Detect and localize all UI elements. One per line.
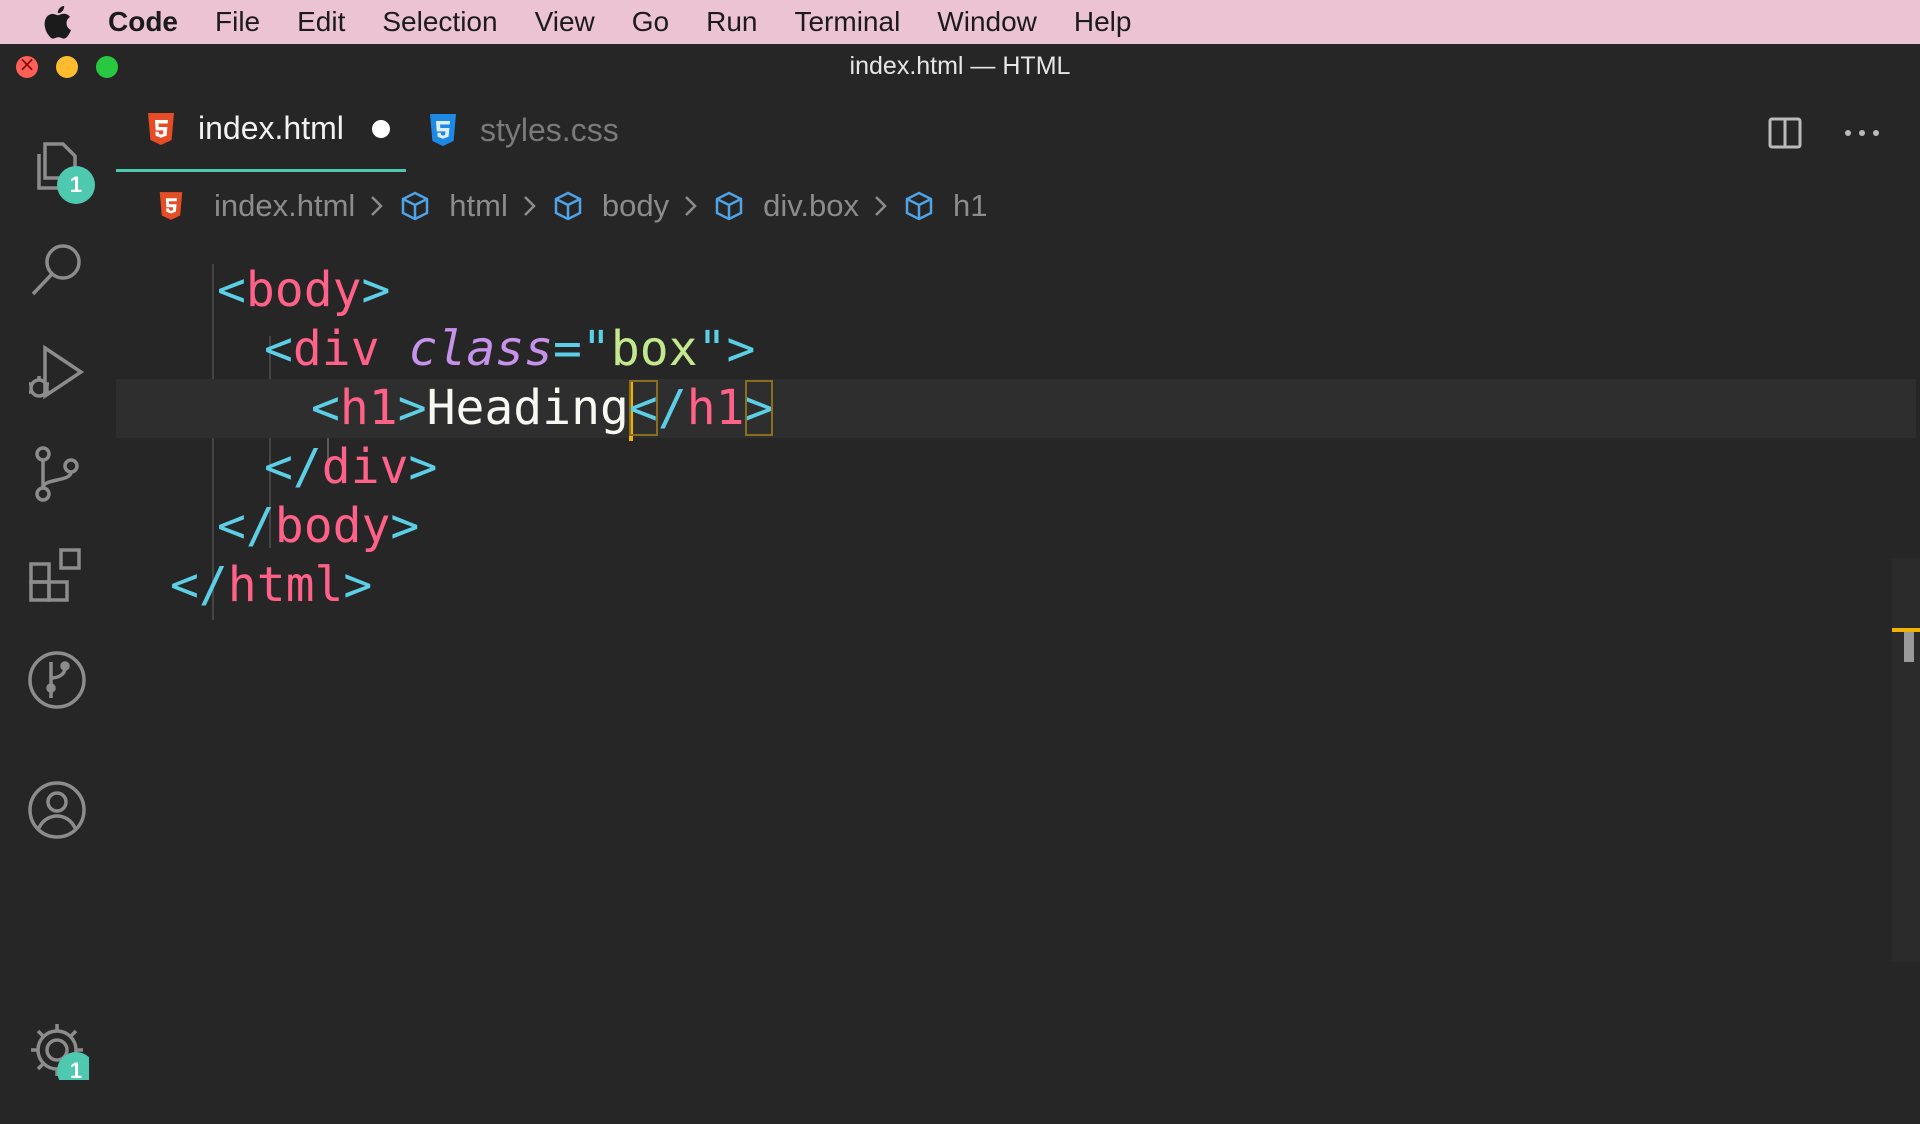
code-token-br: </ bbox=[217, 498, 275, 554]
code-token-br: > bbox=[390, 498, 420, 554]
activity-bar: 1 1 bbox=[0, 88, 116, 1080]
run-debug-icon bbox=[29, 344, 85, 400]
code-token-text: Heading bbox=[426, 380, 629, 436]
code-token-sp bbox=[380, 321, 409, 377]
breadcrumb-body[interactable]: body bbox=[602, 188, 669, 224]
split-editor-icon[interactable] bbox=[1768, 116, 1802, 150]
code-token-br: < bbox=[311, 380, 340, 436]
menu-run[interactable]: Run bbox=[706, 6, 757, 38]
search-button[interactable] bbox=[25, 238, 89, 302]
code-token-br: </ bbox=[170, 557, 228, 613]
editor-window: index.html — HTML 1 bbox=[0, 44, 1920, 1080]
code-token-q: " bbox=[581, 321, 611, 377]
code-line[interactable]: <div class="box"> bbox=[116, 320, 1916, 379]
more-actions-icon[interactable] bbox=[1842, 116, 1882, 150]
code-token-br: < bbox=[217, 262, 246, 318]
window-title: index.html — HTML bbox=[849, 52, 1071, 80]
source-control-icon bbox=[35, 446, 79, 502]
code-token-tag: div bbox=[321, 439, 409, 495]
tab-index-html[interactable]: index.html bbox=[116, 88, 406, 172]
chevron-right-icon bbox=[685, 196, 697, 216]
code-token-tag: h1 bbox=[339, 380, 398, 436]
breadcrumb-div-box[interactable]: div.box bbox=[763, 188, 859, 224]
code-line-current[interactable]: <h1>Heading</h1> bbox=[116, 379, 1916, 441]
code-token-br: < bbox=[264, 321, 293, 377]
code-token-tag: div bbox=[292, 321, 380, 377]
run-debug-button[interactable] bbox=[25, 340, 89, 404]
chevron-right-icon bbox=[875, 196, 887, 216]
vertical-scrollbar[interactable] bbox=[1892, 558, 1920, 962]
breadcrumb: index.html html body div.box h1 bbox=[158, 176, 988, 236]
scrollbar-thumb[interactable] bbox=[1904, 632, 1914, 662]
menu-app-name[interactable]: Code bbox=[108, 6, 178, 38]
code-line[interactable]: </body> bbox=[116, 497, 1916, 556]
account-button[interactable] bbox=[25, 778, 89, 842]
unsaved-changes-dot-icon[interactable] bbox=[371, 119, 390, 138]
code-token-tag: body bbox=[245, 262, 362, 318]
macos-menubar: Code File Edit Selection View Go Run Ter… bbox=[0, 0, 1920, 44]
account-icon bbox=[28, 781, 86, 839]
code-line[interactable]: </html> bbox=[116, 556, 1916, 615]
explorer-badge: 1 bbox=[57, 166, 95, 204]
code-line[interactable]: </div> bbox=[116, 438, 1916, 497]
menu-edit[interactable]: Edit bbox=[297, 6, 345, 38]
settings-button[interactable]: 1 bbox=[25, 1018, 89, 1080]
menu-help[interactable]: Help bbox=[1074, 6, 1132, 38]
search-icon bbox=[31, 244, 81, 296]
menu-go[interactable]: Go bbox=[632, 6, 669, 38]
code-token-br: > bbox=[361, 262, 391, 318]
breadcrumb-h1[interactable]: h1 bbox=[953, 188, 987, 224]
bracket-match-highlight: > bbox=[744, 380, 774, 436]
code-token-tag: html bbox=[227, 557, 344, 613]
breadcrumb-html[interactable]: html bbox=[449, 188, 508, 224]
element-cube-icon bbox=[715, 191, 743, 221]
extensions-icon bbox=[29, 548, 81, 602]
tab-label: styles.css bbox=[480, 111, 619, 148]
extensions-button[interactable] bbox=[25, 544, 89, 608]
code-token-br: > bbox=[726, 321, 756, 377]
code-token-attr: class bbox=[408, 321, 554, 377]
git-graph-button[interactable] bbox=[25, 648, 89, 712]
code-token-str: box bbox=[610, 321, 698, 377]
menu-terminal[interactable]: Terminal bbox=[794, 6, 900, 38]
code-editor[interactable]: <body> <div class="box"> <h1>Heading</h1> <… bbox=[116, 261, 1916, 1124]
titlebar: index.html — HTML bbox=[0, 44, 1920, 88]
code-token-eq: = bbox=[553, 321, 582, 377]
tab-styles-css[interactable]: styles.css bbox=[428, 88, 648, 172]
code-token-br: > bbox=[343, 557, 373, 613]
element-cube-icon bbox=[554, 191, 582, 221]
element-cube-icon bbox=[402, 191, 429, 221]
source-control-button[interactable] bbox=[25, 442, 89, 506]
menu-file[interactable]: File bbox=[215, 6, 260, 38]
code-token-br: / bbox=[657, 380, 687, 436]
chevron-right-icon bbox=[371, 196, 384, 216]
menu-selection[interactable]: Selection bbox=[382, 6, 497, 38]
html5-icon bbox=[159, 192, 183, 220]
code-token-br: > bbox=[408, 439, 438, 495]
tab-label: index.html bbox=[198, 110, 344, 146]
css3-icon bbox=[430, 114, 456, 146]
explorer-button[interactable]: 1 bbox=[25, 136, 95, 204]
git-graph-icon bbox=[28, 651, 86, 709]
html5-icon bbox=[148, 112, 174, 145]
chevron-right-icon bbox=[523, 196, 536, 216]
menu-view[interactable]: View bbox=[535, 6, 595, 38]
code-token-q: " bbox=[697, 321, 727, 377]
element-cube-icon bbox=[905, 191, 933, 221]
code-token-tag: h1 bbox=[686, 380, 745, 436]
code-line[interactable]: <body> bbox=[116, 261, 1916, 320]
menu-window[interactable]: Window bbox=[937, 6, 1037, 38]
apple-logo-icon[interactable] bbox=[42, 5, 72, 39]
code-token-br: > bbox=[397, 380, 427, 436]
breadcrumb-file[interactable]: index.html bbox=[214, 188, 355, 224]
code-token-tag: body bbox=[274, 498, 391, 554]
code-token-br: </ bbox=[264, 439, 322, 495]
bracket-match-highlight: < bbox=[628, 380, 658, 436]
